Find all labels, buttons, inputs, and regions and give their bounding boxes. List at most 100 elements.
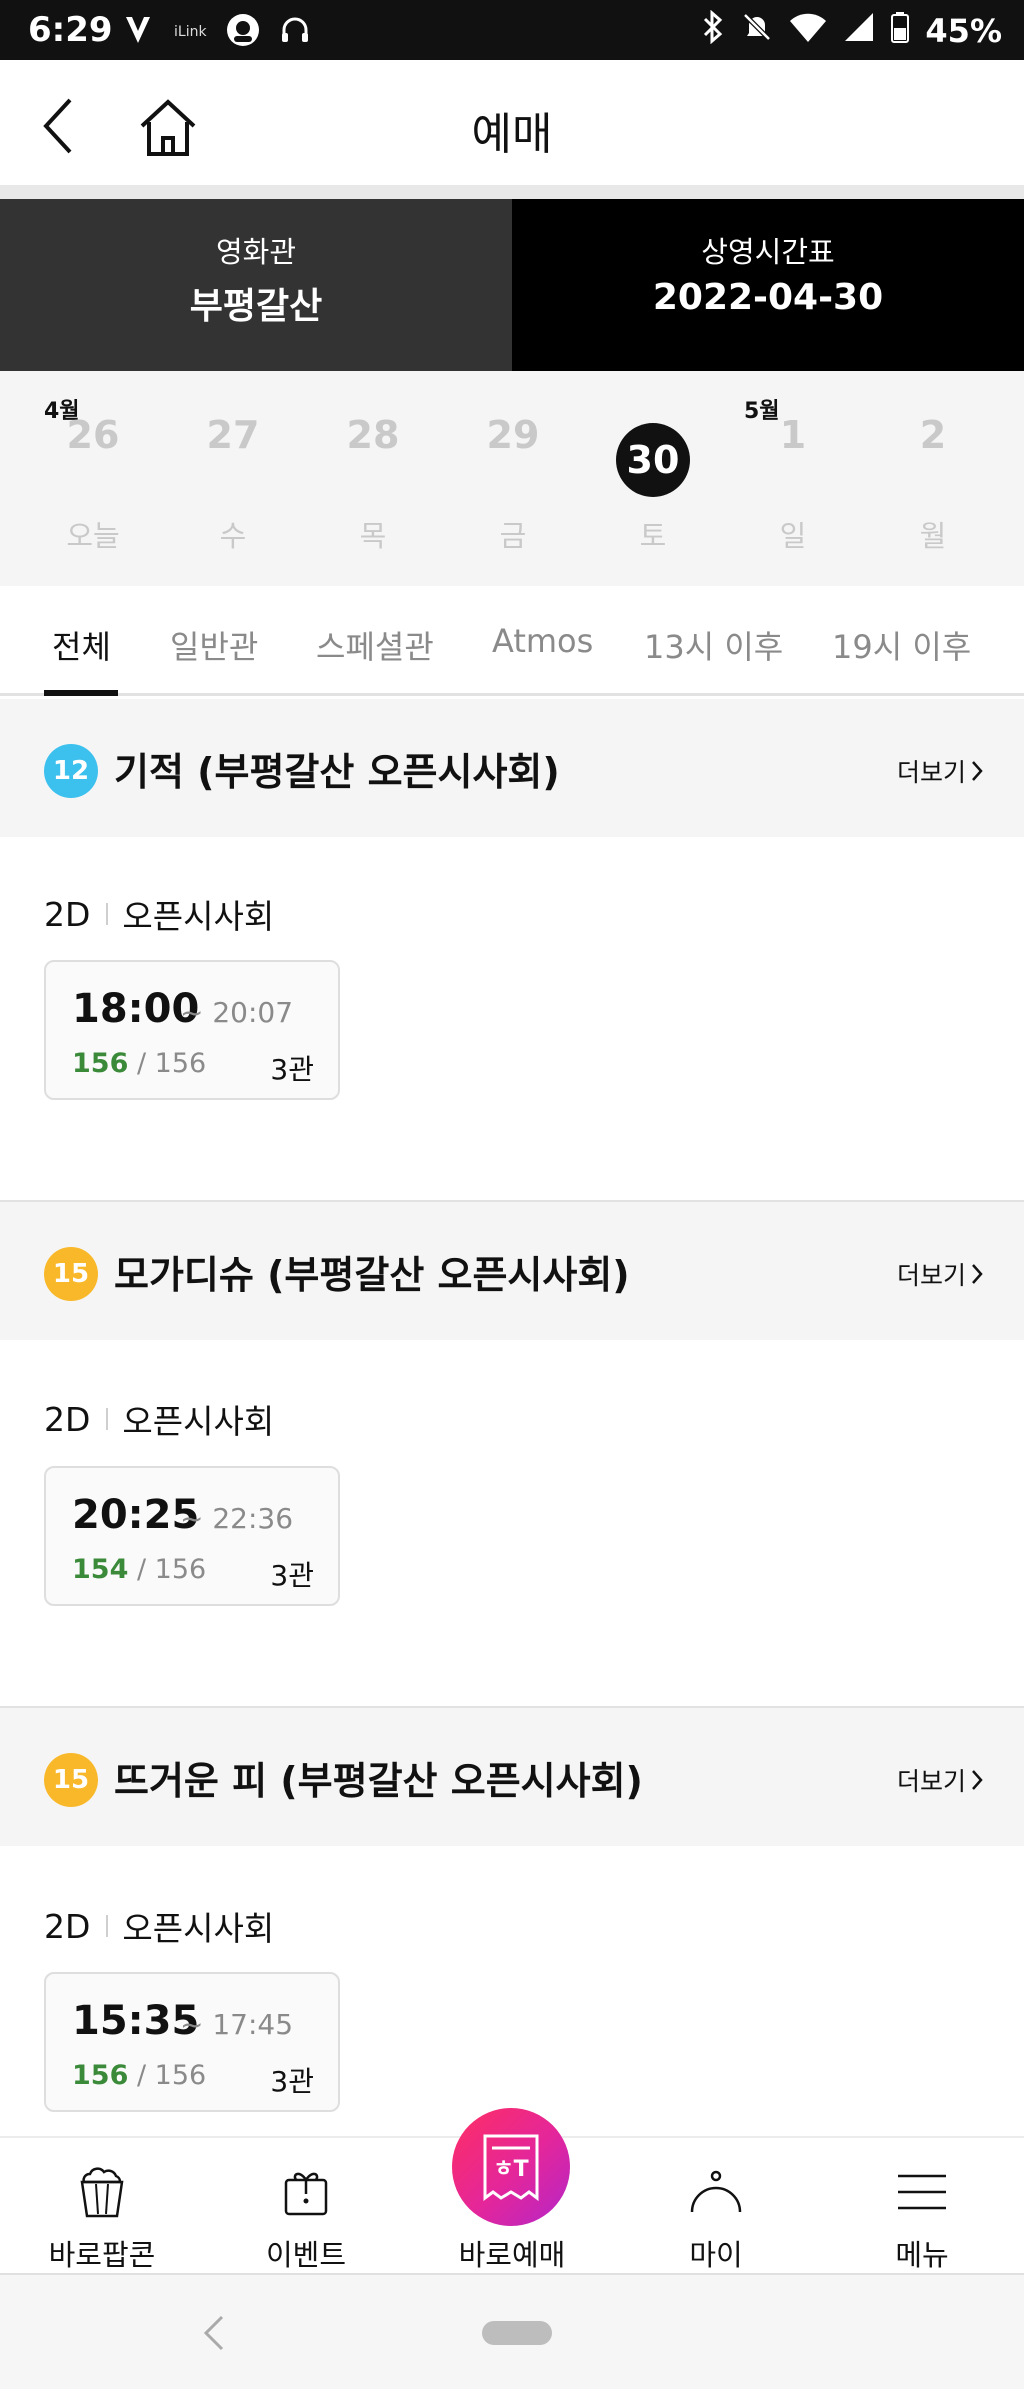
fab-text: ㅎT xyxy=(493,2157,528,2182)
date-item[interactable]: 26 오늘 xyxy=(48,371,138,586)
more-label: 더보기 xyxy=(896,1261,966,1290)
movie-title: 기적 (부평갈산 오픈시사회) xyxy=(114,750,560,794)
ticket-icon: ㅎT xyxy=(483,2134,539,2201)
date-number: 27 xyxy=(206,413,260,457)
format-2d: 2D xyxy=(44,1906,91,1946)
bluetooth-icon xyxy=(701,9,725,52)
rating-badge: 15 xyxy=(44,1247,98,1301)
headphones-icon xyxy=(279,14,311,50)
date-number: 26 xyxy=(66,413,120,457)
gift-icon xyxy=(284,2172,328,2216)
system-back-button[interactable] xyxy=(200,2313,228,2357)
tab-all[interactable]: 전체 xyxy=(52,622,111,668)
tab-special[interactable]: 스페셜관 xyxy=(316,622,434,668)
more-label: 더보기 xyxy=(896,1767,966,1796)
seat-count: 154 / 156 xyxy=(72,1554,206,1585)
movie-header: 15 모가디슈 (부평갈산 오픈시사회) 더보기 xyxy=(0,1202,1024,1340)
system-nav-bar xyxy=(0,2273,1024,2389)
wifi-icon xyxy=(789,11,827,51)
nav-menu[interactable]: 메뉴 xyxy=(820,2138,1024,2275)
nav-my[interactable]: 마이 xyxy=(614,2138,818,2275)
date-weekday: 금 xyxy=(499,519,527,553)
nav-popcorn[interactable]: 바로팝콘 xyxy=(0,2138,204,2275)
tab-atmos[interactable]: Atmos xyxy=(492,622,593,660)
hall-label: 3관 xyxy=(270,2065,314,2098)
chevron-right-icon xyxy=(972,1770,983,1790)
system-home-button[interactable] xyxy=(482,2321,552,2345)
format-separator xyxy=(106,1915,109,1937)
date-weekday: 월 xyxy=(919,519,947,553)
quick-booking-fab[interactable]: ㅎT xyxy=(452,2108,570,2226)
status-time: 6:29 xyxy=(28,10,113,50)
date-number: 1 xyxy=(779,413,807,457)
seats-total: / 156 xyxy=(136,1554,207,1585)
schedule-value: 2022-04-30 xyxy=(652,277,884,318)
format-line: 2D 오픈시사회 xyxy=(44,1395,274,1443)
tab-active-indicator xyxy=(44,690,118,696)
mute-icon xyxy=(741,11,773,51)
showtime-card[interactable]: 15:35 ~ 17:45 156 / 156 3관 xyxy=(44,1972,340,2112)
tab-after-13[interactable]: 13시 이후 xyxy=(644,622,783,668)
nav-label: 메뉴 xyxy=(895,2238,949,2272)
date-item[interactable]: 28 목 xyxy=(328,371,418,586)
screening-type: 오픈시사회 xyxy=(122,897,275,936)
nav-label: 이벤트 xyxy=(265,2238,347,2272)
showtime-card[interactable]: 20:25 ~ 22:36 154 / 156 3관 xyxy=(44,1466,340,1606)
chevron-right-icon xyxy=(972,761,983,781)
popcorn-icon xyxy=(80,2167,124,2218)
person-icon xyxy=(690,2170,742,2213)
date-item[interactable]: 29 금 xyxy=(468,371,558,586)
theater-value: 부평갈산 xyxy=(189,286,323,327)
system-back-icon xyxy=(203,2315,224,2351)
battery-icon xyxy=(891,11,910,51)
format-line: 2D 오픈시사회 xyxy=(44,890,274,938)
seat-count: 156 / 156 xyxy=(72,1048,206,1079)
date-weekday: 오늘 xyxy=(66,519,120,553)
header-divider xyxy=(0,185,1024,199)
date-item-selected[interactable]: 30 토 xyxy=(608,371,698,586)
movie-header: 15 뜨거운 피 (부평갈산 오픈시사회) 더보기 xyxy=(0,1708,1024,1846)
filter-tabs: 전체 일반관 스페셜관 Atmos 13시 이후 19시 이후 xyxy=(0,586,1024,696)
more-button[interactable]: 더보기 xyxy=(897,1762,984,1798)
more-button[interactable]: 더보기 xyxy=(897,1256,984,1292)
theater-selector[interactable]: 영화관 부평갈산 xyxy=(0,199,512,371)
status-bar: 6:29 iLink 45% xyxy=(0,0,1024,60)
hall-label: 3관 xyxy=(270,1559,314,1592)
date-number: 28 xyxy=(346,413,400,457)
seats-remaining: 156 xyxy=(72,2060,129,2091)
nav-event[interactable]: 이벤트 xyxy=(204,2138,408,2275)
end-time: ~ 17:45 xyxy=(180,2008,294,2041)
end-time: ~ 20:07 xyxy=(180,996,294,1029)
date-weekday: 토 xyxy=(639,519,667,553)
app-header: 예매 xyxy=(0,60,1024,185)
date-weekday: 수 xyxy=(219,519,247,553)
more-button[interactable]: 더보기 xyxy=(897,753,984,789)
movie-title: 뜨거운 피 (부평갈산 오픈시사회) xyxy=(114,1759,643,1803)
seats-remaining: 154 xyxy=(72,1554,129,1585)
rating-badge: 15 xyxy=(44,1753,98,1807)
signal-icon xyxy=(843,11,875,51)
vpn-icon xyxy=(122,13,156,51)
chevron-right-icon xyxy=(972,1264,983,1284)
rating-badge: 12 xyxy=(44,744,98,798)
date-item[interactable]: 2 월 xyxy=(888,371,978,586)
seats-total: / 156 xyxy=(136,1048,207,1079)
showtime-card[interactable]: 18:00 ~ 20:07 156 / 156 3관 xyxy=(44,960,340,1100)
movie-header: 12 기적 (부평갈산 오픈시사회) 더보기 xyxy=(0,699,1024,837)
movie-title: 모가디슈 (부평갈산 오픈시사회) xyxy=(114,1253,630,1297)
headset-app-icon xyxy=(225,12,261,52)
menu-icon xyxy=(898,2174,946,2210)
screening-type: 오픈시사회 xyxy=(122,1402,275,1441)
date-item[interactable]: 1 일 xyxy=(748,371,838,586)
date-number-selected: 30 xyxy=(616,423,690,497)
nav-label: 바로예매 xyxy=(458,2238,566,2272)
schedule-selector[interactable]: 상영시간표 2022-04-30 xyxy=(512,199,1024,371)
format-2d: 2D xyxy=(44,894,91,934)
theater-label: 영화관 xyxy=(215,235,297,269)
date-item[interactable]: 27 수 xyxy=(188,371,278,586)
tab-standard[interactable]: 일반관 xyxy=(170,622,258,668)
format-separator xyxy=(106,903,109,925)
end-time: ~ 22:36 xyxy=(180,1502,294,1535)
tab-after-19[interactable]: 19시 이후 xyxy=(832,622,971,668)
nav-label: 바로팝콘 xyxy=(48,2238,156,2272)
